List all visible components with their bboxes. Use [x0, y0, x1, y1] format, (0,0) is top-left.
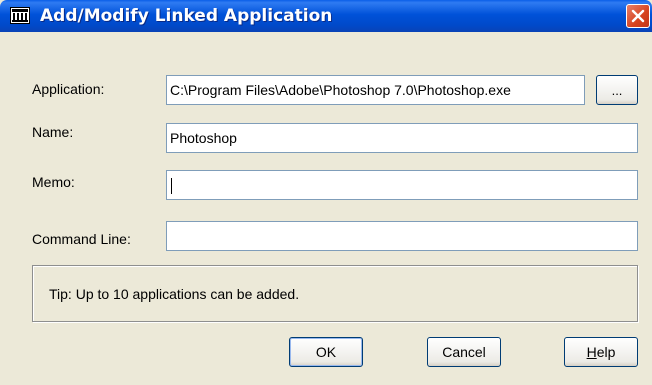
help-label-rest: elp — [596, 344, 616, 360]
window-title: Add/Modify Linked Application — [40, 6, 333, 26]
application-label: Application: — [32, 81, 105, 97]
title-bar[interactable]: Add/Modify Linked Application — [0, 0, 652, 32]
memo-label: Memo: — [32, 174, 75, 190]
name-value: Photoshop — [170, 130, 237, 146]
browse-button[interactable]: ... — [596, 75, 638, 105]
command-line-label: Command Line: — [32, 231, 131, 247]
ok-button[interactable]: OK — [289, 337, 363, 367]
close-button[interactable] — [626, 4, 650, 28]
help-button[interactable]: Help — [564, 337, 638, 367]
tip-panel: Tip: Up to 10 applications can be added. — [32, 265, 638, 322]
dialog-window: Add/Modify Linked Application Applicatio… — [0, 0, 652, 385]
application-icon — [10, 7, 30, 24]
tip-text: Tip: Up to 10 applications can be added. — [49, 286, 300, 302]
name-field[interactable]: Photoshop — [166, 123, 638, 153]
command-line-field[interactable] — [166, 221, 638, 251]
close-icon — [631, 9, 645, 23]
application-path-field[interactable]: C:\Program Files\Adobe\Photoshop 7.0\Pho… — [166, 75, 585, 105]
memo-field[interactable] — [166, 170, 638, 200]
help-accelerator: H — [586, 344, 597, 360]
name-label: Name: — [32, 124, 74, 140]
cancel-button[interactable]: Cancel — [427, 337, 501, 367]
application-path-value: C:\Program Files\Adobe\Photoshop 7.0\Pho… — [170, 82, 511, 98]
text-caret — [171, 178, 172, 194]
